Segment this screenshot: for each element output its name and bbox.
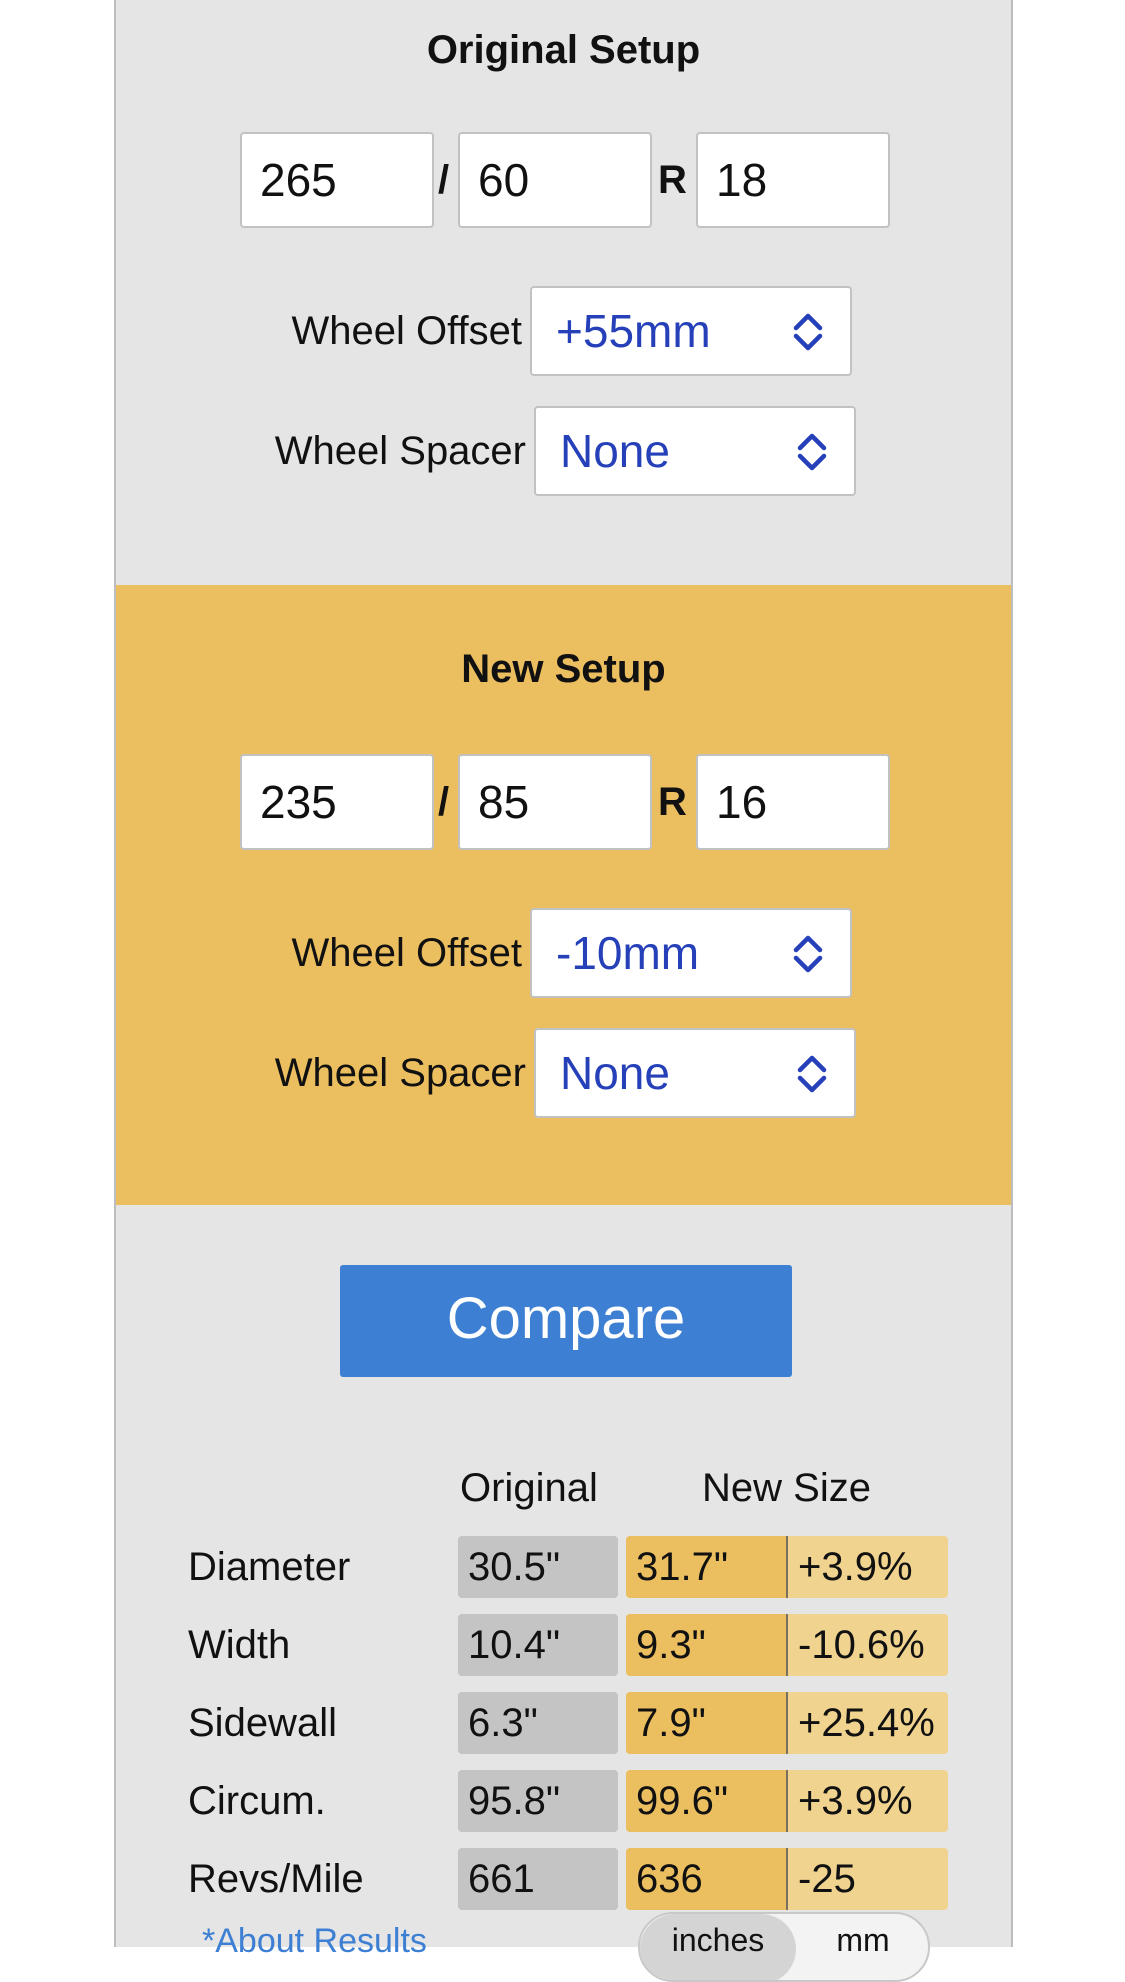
original-setup-section: Original Setup 265 / 60 R 18 Wheel Offse… — [116, 0, 1011, 585]
chevron-up-down-icon — [793, 313, 823, 351]
table-row: Diameter 30.5" 31.7" +3.9% — [116, 1536, 1011, 1598]
new-aspect-input[interactable]: 85 — [458, 754, 652, 850]
difference-cell: -10.6% — [786, 1614, 948, 1676]
new-value-cell: 31.7" — [626, 1536, 786, 1598]
new-spacer-select[interactable]: None — [534, 1028, 856, 1118]
original-width-input[interactable]: 265 — [240, 132, 434, 228]
new-spacer-label: Wheel Spacer — [274, 1051, 526, 1095]
difference-cell: +3.9% — [786, 1770, 948, 1832]
new-value-cell: 7.9" — [626, 1692, 786, 1754]
table-row: Circum. 95.8" 99.6" +3.9% — [116, 1770, 1011, 1832]
original-setup-title: Original Setup — [426, 28, 701, 72]
compare-button[interactable]: Compare — [340, 1265, 792, 1377]
original-value-cell: 95.8" — [458, 1770, 618, 1832]
original-offset-label: Wheel Offset — [291, 309, 522, 353]
result-row-label: Revs/Mile — [188, 1857, 364, 1901]
new-setup-section: New Setup 235 / 85 R 16 Wheel Offset -10… — [116, 585, 1011, 1205]
chevron-up-down-icon — [797, 1055, 827, 1093]
original-rim-input[interactable]: 18 — [696, 132, 890, 228]
new-value-cell: 99.6" — [626, 1770, 786, 1832]
difference-cell: -25 — [786, 1848, 948, 1910]
new-spacer-value: None — [560, 1047, 670, 1099]
difference-cell: +3.9% — [786, 1536, 948, 1598]
original-value-cell: 30.5" — [458, 1536, 618, 1598]
size-separator-slash: / — [438, 158, 450, 202]
table-row: Width 10.4" 9.3" -10.6% — [116, 1614, 1011, 1676]
original-spacer-label: Wheel Spacer — [274, 429, 526, 473]
result-row-label: Sidewall — [188, 1701, 337, 1745]
chevron-up-down-icon — [797, 433, 827, 471]
new-setup-title: New Setup — [461, 647, 666, 691]
original-value-cell: 6.3" — [458, 1692, 618, 1754]
table-row: Revs/Mile 661 636 -25 — [116, 1848, 1011, 1910]
new-offset-select[interactable]: -10mm — [530, 908, 852, 998]
results-header-original: Original — [460, 1466, 598, 1510]
about-results-link[interactable]: *About Results — [202, 1922, 427, 1961]
chevron-up-down-icon — [793, 935, 823, 973]
units-mm-option[interactable]: mm — [796, 1914, 928, 1980]
original-value-cell: 10.4" — [458, 1614, 618, 1676]
new-value-cell: 636 — [626, 1848, 786, 1910]
new-width-input[interactable]: 235 — [240, 754, 434, 850]
new-offset-value: -10mm — [556, 927, 700, 979]
original-offset-select[interactable]: +55mm — [530, 286, 852, 376]
results-header-new: New Size — [702, 1466, 871, 1510]
original-value-cell: 661 — [458, 1848, 618, 1910]
new-offset-label: Wheel Offset — [291, 931, 522, 975]
units-inches-option[interactable]: inches — [640, 1914, 796, 1980]
original-spacer-value: None — [560, 425, 670, 477]
result-row-label: Diameter — [188, 1545, 351, 1589]
original-spacer-select[interactable]: None — [534, 406, 856, 496]
size-separator-r: R — [658, 780, 687, 824]
size-separator-slash: / — [438, 780, 450, 824]
result-row-label: Circum. — [188, 1779, 326, 1823]
tire-calculator-panel: Original Setup 265 / 60 R 18 Wheel Offse… — [114, 0, 1013, 1982]
difference-cell: +25.4% — [786, 1692, 948, 1754]
new-value-cell: 9.3" — [626, 1614, 786, 1676]
units-toggle[interactable]: inches mm — [638, 1912, 930, 1982]
new-rim-input[interactable]: 16 — [696, 754, 890, 850]
original-aspect-input[interactable]: 60 — [458, 132, 652, 228]
result-row-label: Width — [188, 1623, 291, 1667]
size-separator-r: R — [658, 158, 687, 202]
original-offset-value: +55mm — [556, 305, 711, 357]
table-row: Sidewall 6.3" 7.9" +25.4% — [116, 1692, 1011, 1754]
